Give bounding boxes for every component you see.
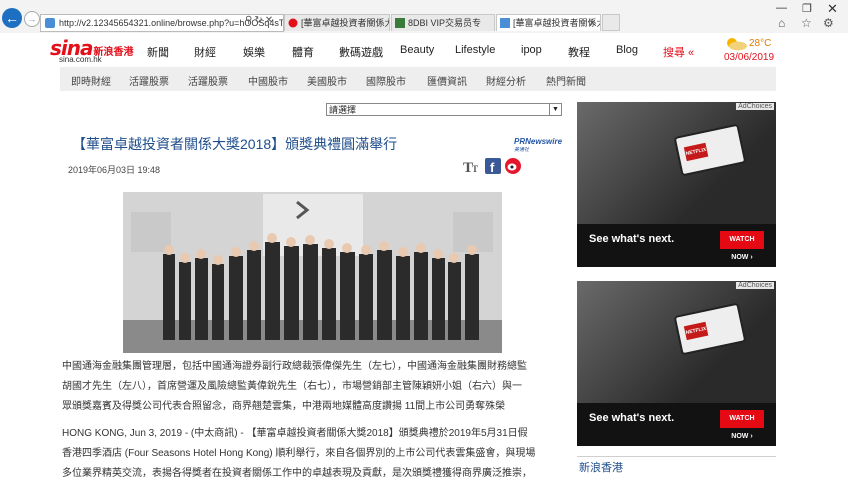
article-title: 【華富卓越投資者關係大獎2018】頒獎典禮圓滿舉行 <box>72 136 398 152</box>
watch-now-button[interactable]: WATCH NOW › <box>720 410 764 440</box>
site-header: sina新浪香港 sina.com.hk 新聞 財經 娛樂 體育 數碼遊戲 Be… <box>0 33 848 67</box>
netflix-logo: NETFLIX <box>683 321 709 341</box>
publish-date: 2019年06月03日 19:48 <box>68 165 161 175</box>
svg-text:T: T <box>472 164 478 174</box>
nav-item-tutorial[interactable]: 教程 <box>568 44 590 60</box>
close-tab-icon[interactable]: ✕ <box>588 15 596 31</box>
nav-item-news[interactable]: 新聞 <box>147 44 169 60</box>
tab-favicon-icon <box>288 18 298 28</box>
netflix-ad[interactable]: NETFLIX AdChoices See what's next. WATCH… <box>577 102 776 267</box>
adchoices-label[interactable]: AdChoices <box>736 103 774 110</box>
prnewswire-logo: PRNewswire 美通社 <box>514 137 562 153</box>
paragraph-line: 眾頒獎嘉賓及得獎公司代表合照留念，商界翹楚雲集，中港兩地媒體高度讚揚 11間上市… <box>62 401 506 412</box>
chevron-down-icon: ▼ <box>549 104 561 115</box>
address-tools[interactable]: ⚲↻✕ <box>245 15 275 26</box>
browser-tab[interactable]: [華富卓越投資者關係大獎20... <box>284 14 390 31</box>
subnav-item[interactable]: 匯價資訊 <box>427 73 467 88</box>
adchoices-label[interactable]: AdChoices <box>736 282 774 289</box>
nav-item-blog[interactable]: Blog <box>616 44 638 56</box>
subnav-item[interactable]: 國際股市 <box>366 73 406 88</box>
nav-item-lifestyle[interactable]: Lifestyle <box>455 44 495 56</box>
subnav-item[interactable]: 熱門新聞 <box>546 73 586 88</box>
ad-tagline: See what's next. <box>589 233 675 245</box>
sina-logo[interactable]: sina新浪香港 sina.com.hk <box>50 36 134 64</box>
nav-item-digital[interactable]: 數碼遊戲 <box>339 44 383 60</box>
forward-button[interactable]: → <box>24 11 40 27</box>
prn-sub: 美通社 <box>514 147 530 153</box>
logo-domain: sina.com.hk <box>59 55 102 64</box>
tab-label: [華富卓越投資者關係大獎20... <box>301 18 389 28</box>
nav-item-sports[interactable]: 體育 <box>292 44 314 60</box>
tab-label: 8DBI VIP交易员专 <box>408 18 482 28</box>
award-ceremony-photo <box>123 192 502 353</box>
finance-subnav: 即時財經 活躍股票 活躍股票 中國股市 美國股市 國際股市 匯價資訊 財經分析 … <box>60 67 776 91</box>
ad-image <box>577 102 776 224</box>
header-date: 03/06/2019 <box>724 52 775 63</box>
facebook-icon[interactable]: f <box>485 158 501 174</box>
tab-favicon-icon <box>500 18 510 28</box>
maximize-icon[interactable]: ❐ <box>802 2 812 15</box>
subnav-item[interactable]: 中國股市 <box>248 73 288 88</box>
favorites-icon[interactable]: ☆ <box>801 16 812 30</box>
temperature: 28°C <box>749 38 772 49</box>
subnav-item[interactable]: 活躍股票 <box>188 73 228 88</box>
minimize-icon[interactable]: — <box>776 2 787 14</box>
subnav-item[interactable]: 活躍股票 <box>129 73 169 88</box>
paragraph-line: 中國通海金融集團管理層，包括中國通海證券副行政總裁張偉傑先生（左七），中國通海金… <box>62 361 527 372</box>
netflix-logo: NETFLIX <box>683 142 709 162</box>
sina-hk-link[interactable]: 新浪香港 <box>579 459 623 475</box>
close-window-icon[interactable]: ✕ <box>827 1 838 17</box>
new-tab-button[interactable] <box>602 14 620 31</box>
nav-item-entertainment[interactable]: 娛樂 <box>243 44 265 60</box>
svg-text:f: f <box>490 160 495 174</box>
paragraph-line: 胡國才先生（左八），首席營運及風險總監黃偉銳先生（右七），市場營銷部主管陳穎妍小… <box>62 381 522 392</box>
nav-item-ipop[interactable]: ipop <box>521 44 542 56</box>
ad-image <box>577 281 776 403</box>
subnav-item[interactable]: 美國股市 <box>307 73 347 88</box>
article-paragraph-1: 中國通海金融集團管理層，包括中國通海證券副行政總裁張偉傑先生（左七），中國通海金… <box>62 357 570 417</box>
home-icon[interactable]: ⌂ <box>778 16 785 30</box>
nav-search-more[interactable]: 搜尋 « <box>663 44 694 60</box>
nav-item-finance[interactable]: 財經 <box>194 44 216 60</box>
article-paragraph-2: HONG KONG, Jun 3, 2019 - (中太商訊) - 【華富卓越投… <box>62 424 570 484</box>
nav-item-beauty[interactable]: Beauty <box>400 44 434 56</box>
back-button[interactable]: ← <box>2 8 22 28</box>
weibo-icon[interactable] <box>505 158 521 174</box>
divider <box>577 456 776 457</box>
prn-label: PRNewswire <box>514 137 563 146</box>
subnav-item[interactable]: 財經分析 <box>486 73 526 88</box>
paragraph-line: 多位業界精英交流，表揚各得獎者在投資者關係工作中的卓越表現及貢獻，是次頒獎禮獲得… <box>62 468 532 479</box>
paragraph-line: HONG KONG, Jun 3, 2019 - (中太商訊) - 【華富卓越投… <box>62 428 528 439</box>
page-icon <box>45 18 55 28</box>
subnav-item[interactable]: 即時財經 <box>71 73 111 88</box>
browser-chrome: ← → http://v2.12345654321.online/browse.… <box>0 0 848 34</box>
select-value: 請選擇 <box>329 105 357 115</box>
section-select[interactable]: 請選擇 ▼ <box>326 103 562 116</box>
watch-now-button[interactable]: WATCH NOW › <box>720 231 764 261</box>
font-size-icon[interactable]: T T <box>463 158 479 174</box>
netflix-ad[interactable]: NETFLIX AdChoices See what's next. WATCH… <box>577 281 776 446</box>
settings-gear-icon[interactable]: ⚙ <box>823 16 834 30</box>
weather-cloud-icon <box>727 38 747 51</box>
tab-favicon-icon <box>395 18 405 28</box>
paragraph-line: 香港四季酒店 (Four Seasons Hotel Hong Kong) 順利… <box>62 448 536 459</box>
browser-tab-active[interactable]: [華富卓越投資者關係大獎... ✕ <box>496 14 601 31</box>
browser-tab[interactable]: 8DBI VIP交易员专 <box>391 14 495 31</box>
ad-tagline: See what's next. <box>589 412 675 424</box>
